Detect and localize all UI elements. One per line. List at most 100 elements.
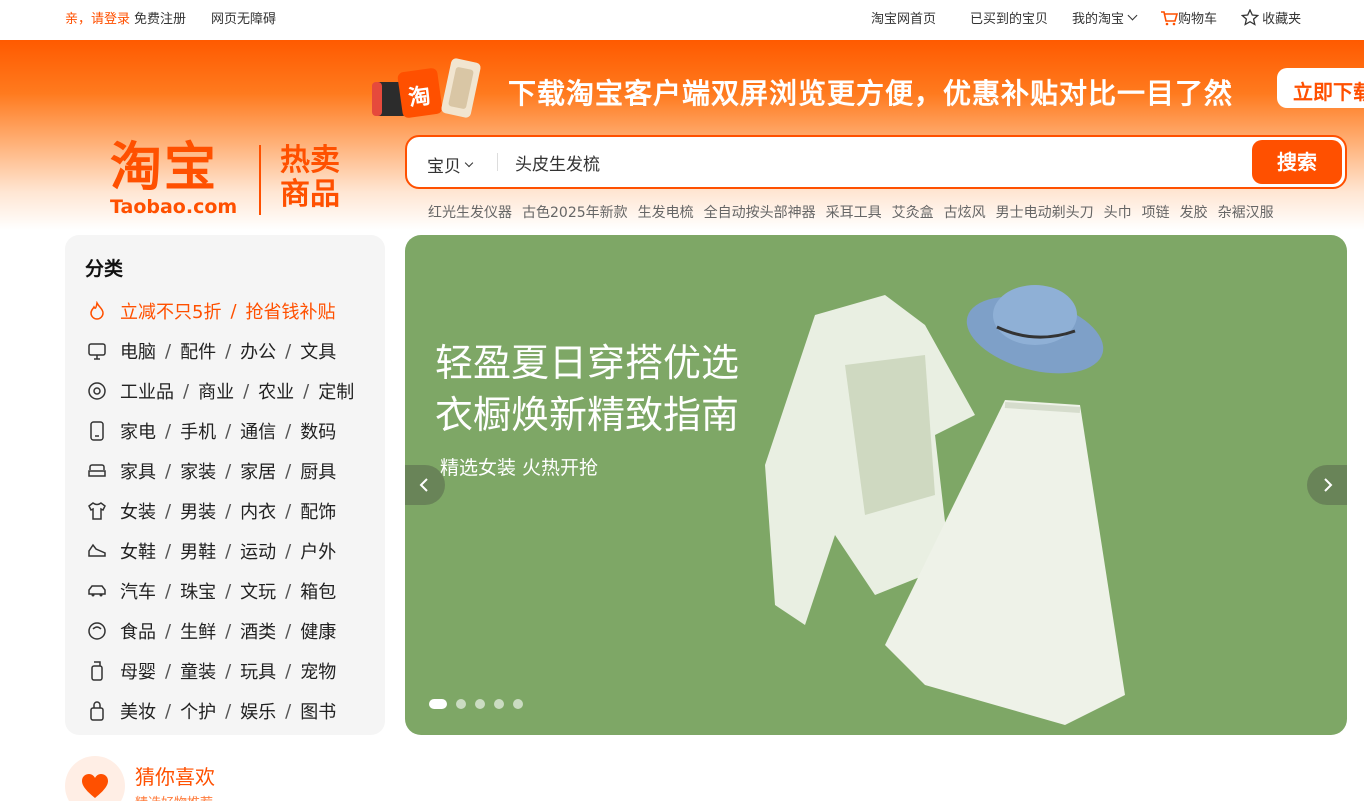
category-link[interactable]: 生鲜	[180, 618, 216, 644]
category-link[interactable]: 女鞋	[120, 538, 156, 564]
category-separator: /	[225, 620, 232, 642]
category-link[interactable]: 汽车	[120, 578, 156, 604]
category-link[interactable]: 母婴	[120, 658, 156, 684]
bought-link[interactable]: 已买到的宝贝	[970, 8, 1048, 27]
search-input[interactable]	[515, 147, 1215, 177]
accessibility-link[interactable]: 网页无障碍	[211, 8, 276, 27]
hot-word-link[interactable]: 生发电梳	[638, 202, 694, 222]
category-link[interactable]: 户外	[300, 538, 336, 564]
category-link[interactable]: 配饰	[300, 498, 336, 524]
category-link[interactable]: 电脑	[120, 338, 156, 364]
category-link[interactable]: 数码	[300, 418, 336, 444]
category-link[interactable]: 抢省钱补贴	[246, 298, 336, 324]
hot-word-link[interactable]: 男士电动剃头刀	[996, 202, 1094, 222]
search-button[interactable]: 搜索	[1252, 140, 1342, 184]
banner-prev-button[interactable]	[405, 465, 445, 505]
category-separator: /	[225, 700, 232, 722]
guess-you-like-title: 猜你喜欢	[135, 765, 215, 789]
banner-dot[interactable]	[513, 699, 523, 709]
category-link[interactable]: 家具	[120, 458, 156, 484]
category-link[interactable]: 农业	[258, 378, 294, 404]
search-category-select[interactable]: 宝贝	[427, 152, 474, 177]
home-link[interactable]: 淘宝网首页	[871, 8, 936, 27]
banner-dot[interactable]	[475, 699, 485, 709]
category-title: 分类	[85, 258, 124, 280]
category-link[interactable]: 玩具	[240, 658, 276, 684]
category-separator: /	[285, 340, 292, 362]
category-link[interactable]: 商业	[198, 378, 234, 404]
hot-word-link[interactable]: 古炫风	[944, 202, 986, 222]
register-link[interactable]: 免费注册	[134, 8, 186, 27]
category-link[interactable]: 家电	[120, 418, 156, 444]
hot-word-link[interactable]: 全自动按头部神器	[704, 202, 816, 222]
category-list: 立减不只5折 / 抢省钱补贴 电脑 / 配件 / 办公 / 文具 工业品 / 商业 / 农业 / 定制 家电 / 手机…	[87, 291, 354, 731]
category-link[interactable]: 立减不只5折	[120, 298, 221, 324]
category-separator: /	[165, 500, 172, 522]
category-separator: /	[225, 580, 232, 602]
category-link[interactable]: 家居	[240, 458, 276, 484]
hero-banner[interactable]: 轻盈夏日穿搭优选 衣橱焕新精致指南 精选女装 火热开抢	[405, 235, 1347, 735]
category-link[interactable]: 配件	[180, 338, 216, 364]
category-row: 美妆 / 个护 / 娱乐 / 图书	[87, 691, 354, 731]
bottle-icon	[87, 661, 107, 681]
category-separator: /	[230, 300, 237, 322]
hot-word-link[interactable]: 艾灸盒	[892, 202, 934, 222]
category-link[interactable]: 食品	[120, 618, 156, 644]
category-link[interactable]: 家装	[180, 458, 216, 484]
taobao-logo[interactable]: 淘宝 Taobao.com	[110, 140, 237, 218]
category-link[interactable]: 箱包	[300, 578, 336, 604]
category-link[interactable]: 文具	[300, 338, 336, 364]
category-link[interactable]: 图书	[300, 698, 336, 724]
hot-word-link[interactable]: 采耳工具	[826, 202, 882, 222]
category-link[interactable]: 定制	[318, 378, 354, 404]
favorites-link[interactable]: 收藏夹	[1241, 8, 1301, 27]
category-link[interactable]: 工业品	[120, 378, 174, 404]
category-link[interactable]: 男鞋	[180, 538, 216, 564]
download-now-button[interactable]: 立即下载	[1277, 68, 1364, 108]
category-link[interactable]: 宠物	[300, 658, 336, 684]
my-taobao-menu[interactable]: 我的淘宝	[1072, 8, 1138, 27]
category-link[interactable]: 文玩	[240, 578, 276, 604]
category-link[interactable]: 娱乐	[240, 698, 276, 724]
banner-next-button[interactable]	[1307, 465, 1347, 505]
category-link[interactable]: 美妆	[120, 698, 156, 724]
category-link[interactable]: 通信	[240, 418, 276, 444]
hot-word-link[interactable]: 发胶	[1180, 202, 1208, 222]
promo-banner-text[interactable]: 下载淘宝客户端双屏浏览更方便，优惠补贴对比一目了然	[508, 72, 1233, 112]
hot-word-link[interactable]: 杂裾汉服	[1218, 202, 1274, 222]
hot-word-link[interactable]: 项链	[1142, 202, 1170, 222]
category-link[interactable]: 健康	[300, 618, 336, 644]
sofa-icon	[87, 461, 107, 481]
chevron-down-icon	[464, 158, 474, 167]
category-separator: /	[243, 380, 250, 402]
category-link[interactable]: 办公	[240, 338, 276, 364]
category-link[interactable]: 手机	[180, 418, 216, 444]
hot-word-link[interactable]: 古色2025年新款	[522, 202, 628, 222]
cart-link[interactable]: 购物车	[1160, 8, 1217, 27]
category-link[interactable]: 男装	[180, 498, 216, 524]
top-bar: 亲，请登录 免费注册 网页无障碍 淘宝网首页 已买到的宝贝 我的淘宝 购物车 收…	[0, 0, 1364, 36]
login-link[interactable]: 亲，请登录	[65, 8, 130, 27]
search-separator	[497, 153, 498, 171]
banner-dot[interactable]	[429, 699, 447, 709]
flame-icon	[87, 301, 107, 321]
category-link[interactable]: 女装	[120, 498, 156, 524]
hot-line-1: 热卖	[280, 143, 340, 178]
banner-dot[interactable]	[456, 699, 466, 709]
category-row: 电脑 / 配件 / 办公 / 文具	[87, 331, 354, 371]
category-link[interactable]: 个护	[180, 698, 216, 724]
category-link[interactable]: 运动	[240, 538, 276, 564]
category-link[interactable]: 珠宝	[180, 578, 216, 604]
hot-word-link[interactable]: 红光生发仪器	[428, 202, 512, 222]
category-link[interactable]: 童装	[180, 658, 216, 684]
category-link[interactable]: 酒类	[240, 618, 276, 644]
banner-clothing-image	[765, 285, 1125, 725]
chevron-down-icon	[1127, 10, 1138, 21]
category-link[interactable]: 厨具	[300, 458, 336, 484]
category-link[interactable]: 内衣	[240, 498, 276, 524]
category-row: 女鞋 / 男鞋 / 运动 / 户外	[87, 531, 354, 571]
hot-word-link[interactable]: 头巾	[1104, 202, 1132, 222]
my-taobao-label: 我的淘宝	[1072, 12, 1125, 27]
banner-dot[interactable]	[494, 699, 504, 709]
heart-badge	[65, 756, 125, 801]
